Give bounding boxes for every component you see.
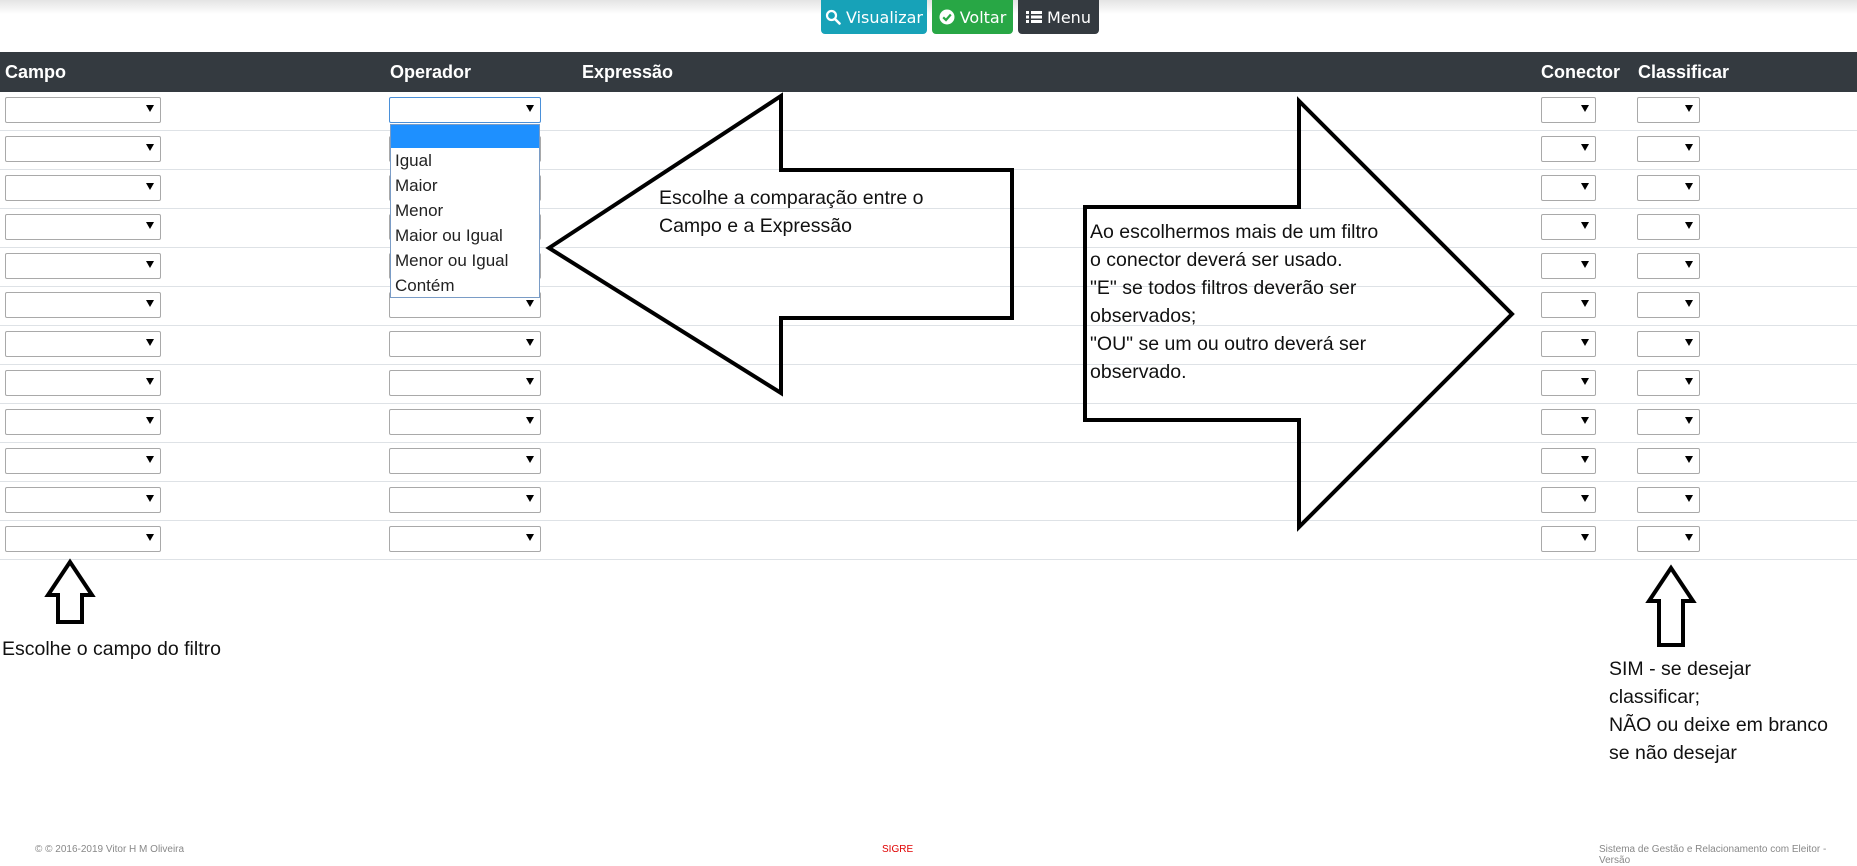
up-arrow-campo-shape xyxy=(44,558,96,624)
annotation-classificar-line: classificar; xyxy=(1609,686,1701,708)
annotation-classificar: SIM - se desejar classificar; NÃO ou dei… xyxy=(1609,655,1828,767)
up-arrow-classificar-shape xyxy=(1645,564,1697,647)
annotation-operador-line: Campo e a Expressão xyxy=(659,215,852,237)
annotation-conector: Ao escolhermos mais de um filtro o conec… xyxy=(1090,218,1378,386)
annotation-conector-line: observados; xyxy=(1090,305,1197,327)
annotation-operador: Escolhe a comparação entre o Campo e a E… xyxy=(659,184,924,240)
annotation-classificar-line: se não desejar xyxy=(1609,742,1737,764)
footer-copyright: © © 2016-2019 Vitor H M Oliveira xyxy=(35,844,185,855)
left-arrow-shape xyxy=(545,92,1014,397)
annotation-arrows xyxy=(44,92,1697,647)
annotation-campo: Escolhe o campo do filtro xyxy=(2,638,221,660)
annotation-conector-line: "OU" se um ou outro deverá ser xyxy=(1090,333,1367,355)
annotation-conector-line: "E" se todos filtros deverão ser xyxy=(1090,277,1357,299)
annotation-conector-line: observado. xyxy=(1090,361,1187,383)
annotation-classificar-line: NÃO ou deixe em branco xyxy=(1609,714,1828,736)
annotation-classificar-line: SIM - se desejar xyxy=(1609,658,1751,680)
annotation-conector-line: Ao escolhermos mais de um filtro xyxy=(1090,221,1379,243)
footer-app-name: SIGRE xyxy=(882,844,914,855)
footer-system-name: Sistema de Gestão e Relacionamento com E… xyxy=(1599,844,1827,866)
annotation-conector-line: o conector deverá ser usado. xyxy=(1090,249,1343,271)
annotation-operador-line: Escolhe a comparação entre o xyxy=(659,187,924,209)
